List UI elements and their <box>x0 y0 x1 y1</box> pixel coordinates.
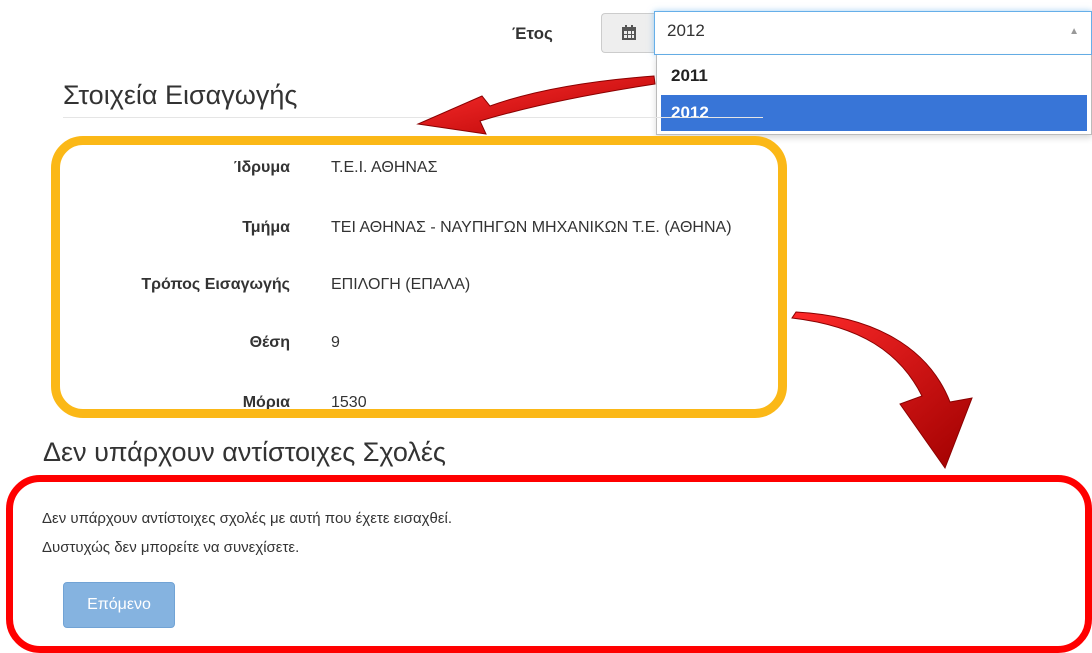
annotation-arrows <box>416 75 973 470</box>
arrow-annotation <box>416 75 656 135</box>
arrow-annotation <box>791 311 973 470</box>
